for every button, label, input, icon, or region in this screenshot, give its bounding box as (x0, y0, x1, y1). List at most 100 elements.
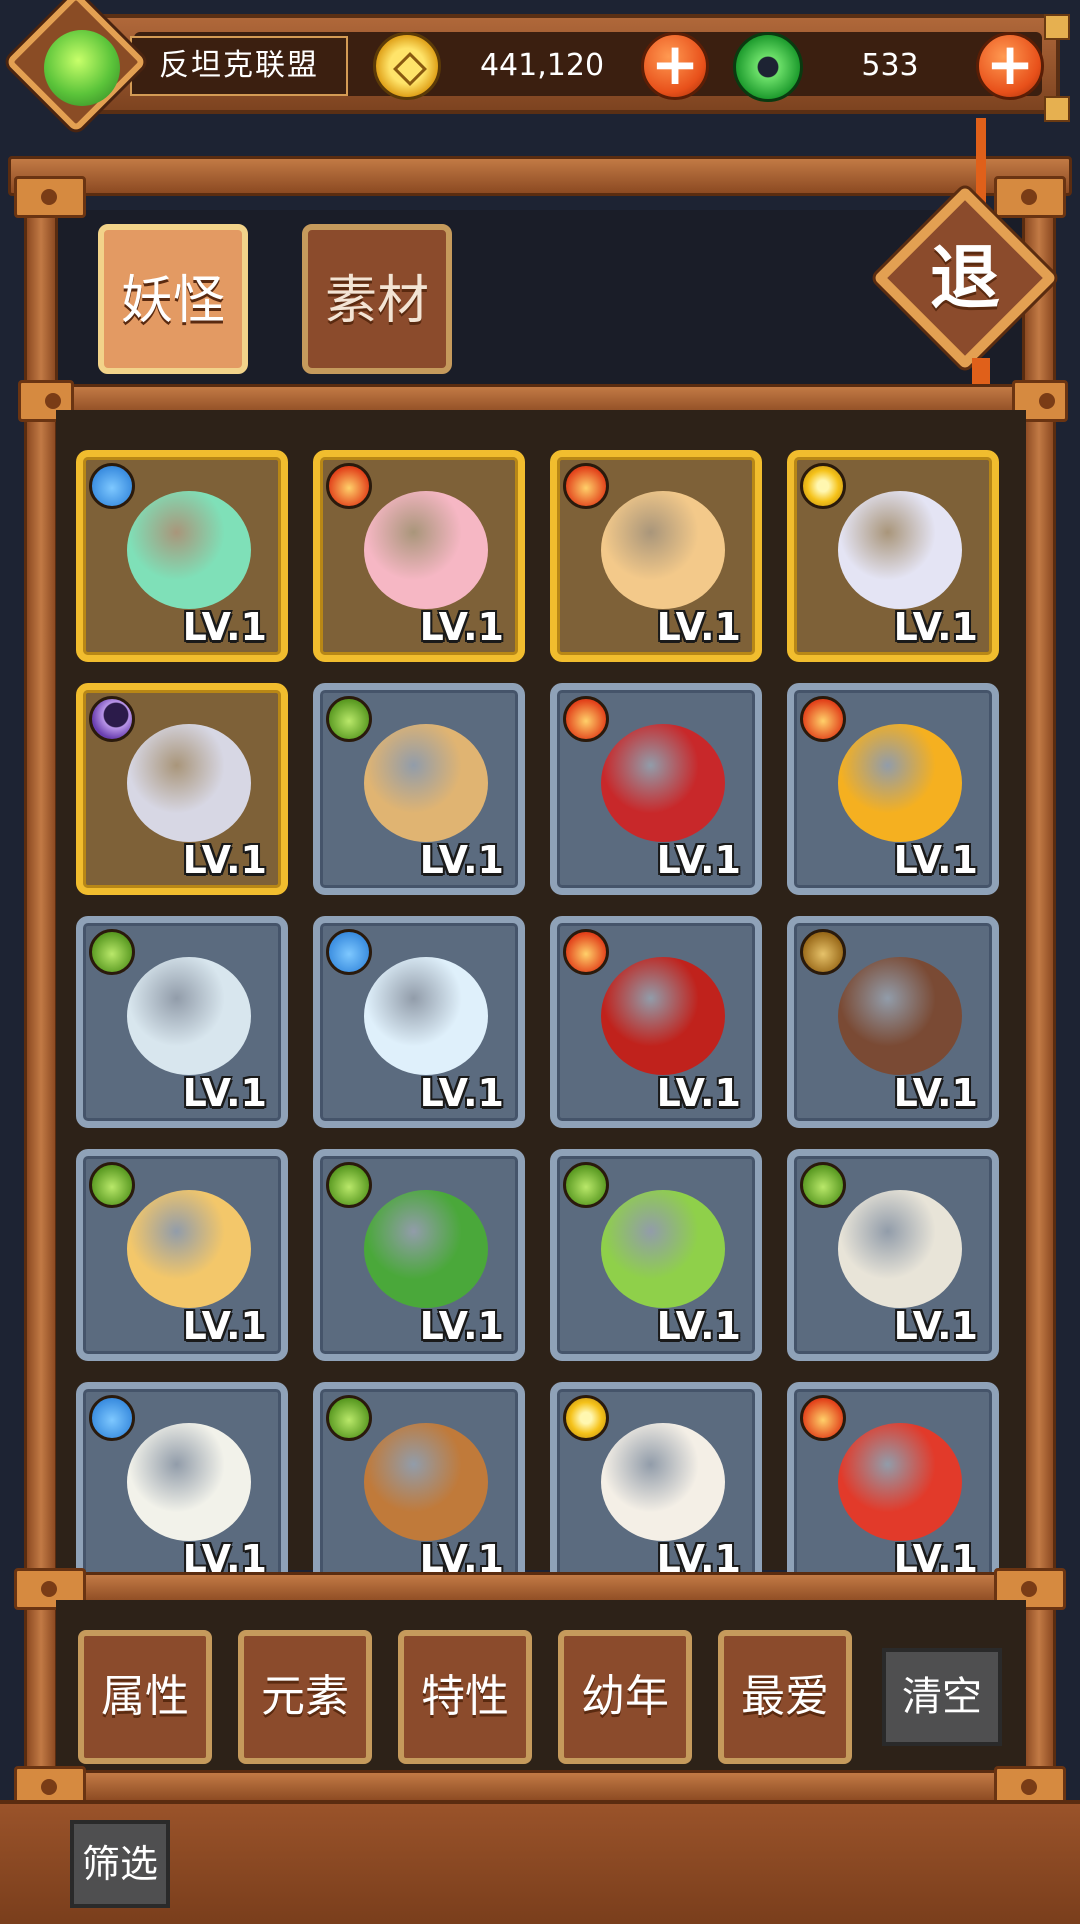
tab-monsters[interactable]: 妖怪 (98, 224, 248, 374)
fire-element-icon (326, 463, 372, 509)
green-dragon-emblem-icon[interactable] (44, 30, 120, 106)
monster-portrait (364, 724, 488, 842)
clear-filters-button[interactable]: 清空 (882, 1648, 1002, 1746)
fire-element-icon (800, 1395, 846, 1441)
frame-bracket (14, 176, 86, 218)
monster-card[interactable]: LV.1 (787, 683, 999, 895)
cabinet-top-beam (8, 156, 1072, 196)
monster-card[interactable]: LV.1 (550, 450, 762, 662)
monster-card[interactable]: LV.1 (550, 916, 762, 1128)
monster-card[interactable]: LV.1 (313, 450, 525, 662)
fire-element-icon (800, 696, 846, 742)
monster-card[interactable]: LV.1 (313, 1149, 525, 1361)
light-element-icon (800, 463, 846, 509)
jade-count: 533 (861, 48, 919, 83)
monster-level: LV.1 (182, 838, 267, 882)
cabinet-left-post (24, 190, 58, 1790)
player-name: 反坦克联盟 (130, 36, 348, 96)
monster-level: LV.1 (182, 605, 267, 649)
exit-sign-cord (976, 118, 986, 210)
monster-level: LV.1 (656, 605, 741, 649)
fire-element-icon (563, 696, 609, 742)
monster-portrait (838, 491, 962, 609)
monster-portrait (838, 724, 962, 842)
filter-attribute-button[interactable]: 属性 (78, 1630, 212, 1764)
monster-card[interactable]: LV.1 (313, 916, 525, 1128)
tab-materials[interactable]: 素材 (302, 224, 452, 374)
monster-level: LV.1 (419, 1071, 504, 1115)
wood-element-icon (563, 1162, 609, 1208)
monster-card[interactable]: LV.1 (76, 916, 288, 1128)
monster-level: LV.1 (893, 838, 978, 882)
monster-level: LV.1 (656, 1071, 741, 1115)
water-element-icon (89, 463, 135, 509)
wood-element-icon (326, 1395, 372, 1441)
cabinet-bottom-beam (22, 1770, 1052, 1804)
frame-bracket (994, 176, 1066, 218)
monster-level: LV.1 (182, 1071, 267, 1115)
monster-card[interactable]: LV.1 (550, 1149, 762, 1361)
monster-portrait (838, 1190, 962, 1308)
coin-count: 441,120 (479, 48, 605, 83)
monster-portrait (838, 957, 962, 1075)
light-element-icon (563, 1395, 609, 1441)
monster-level: LV.1 (656, 1304, 741, 1348)
monster-level: LV.1 (182, 1304, 267, 1348)
monster-portrait (127, 1190, 251, 1308)
monster-portrait (838, 1423, 962, 1541)
monster-level: LV.1 (656, 838, 741, 882)
filter-favorite-button[interactable]: 最爱 (718, 1630, 852, 1764)
fire-element-icon (563, 929, 609, 975)
monster-level: LV.1 (419, 1304, 504, 1348)
monster-level: LV.1 (893, 605, 978, 649)
monster-level: LV.1 (419, 838, 504, 882)
screen-filter-button[interactable]: 筛选 (70, 1820, 170, 1908)
water-element-icon (89, 1395, 135, 1441)
monster-level: LV.1 (893, 1304, 978, 1348)
fire-element-icon (563, 463, 609, 509)
monster-card[interactable]: LV.1 (787, 1382, 999, 1594)
add-jade-button[interactable]: + (976, 32, 1044, 100)
monster-portrait (601, 1190, 725, 1308)
earth-element-icon (800, 929, 846, 975)
monster-card[interactable]: LV.1 (787, 450, 999, 662)
corner-ornament (1044, 14, 1070, 40)
monster-card[interactable]: LV.1 (313, 1382, 525, 1594)
filter-young-button[interactable]: 幼年 (558, 1630, 692, 1764)
monster-portrait (601, 1423, 725, 1541)
monster-portrait (601, 957, 725, 1075)
exit-button[interactable]: 退 (900, 213, 1030, 343)
monster-portrait (127, 957, 251, 1075)
filter-element-button[interactable]: 元素 (238, 1630, 372, 1764)
monster-portrait (127, 1423, 251, 1541)
cabinet-right-post (1022, 190, 1056, 1790)
monster-portrait (364, 491, 488, 609)
wood-element-icon (326, 1162, 372, 1208)
monster-card[interactable]: LV.1 (76, 1149, 288, 1361)
monster-portrait (364, 1423, 488, 1541)
monster-card[interactable]: LV.1 (76, 683, 288, 895)
monster-card[interactable]: LV.1 (787, 916, 999, 1128)
corner-ornament (1044, 96, 1070, 122)
monster-portrait (364, 1190, 488, 1308)
monster-card[interactable]: LV.1 (550, 1382, 762, 1594)
monster-card[interactable]: LV.1 (313, 683, 525, 895)
wood-element-icon (326, 696, 372, 742)
filter-trait-button[interactable]: 特性 (398, 1630, 532, 1764)
monster-portrait (127, 491, 251, 609)
monster-portrait (364, 957, 488, 1075)
monster-level: LV.1 (419, 605, 504, 649)
monster-card[interactable]: LV.1 (76, 1382, 288, 1594)
monster-portrait (601, 491, 725, 609)
wood-element-icon (89, 929, 135, 975)
monster-card[interactable]: LV.1 (76, 450, 288, 662)
water-element-icon (326, 929, 372, 975)
add-coins-button[interactable]: + (641, 32, 709, 100)
dark-element-icon (89, 696, 135, 742)
wood-element-icon (800, 1162, 846, 1208)
monster-portrait (127, 724, 251, 842)
monster-card[interactable]: LV.1 (787, 1149, 999, 1361)
wood-element-icon (89, 1162, 135, 1208)
monster-card[interactable]: LV.1 (550, 683, 762, 895)
monster-level: LV.1 (893, 1071, 978, 1115)
